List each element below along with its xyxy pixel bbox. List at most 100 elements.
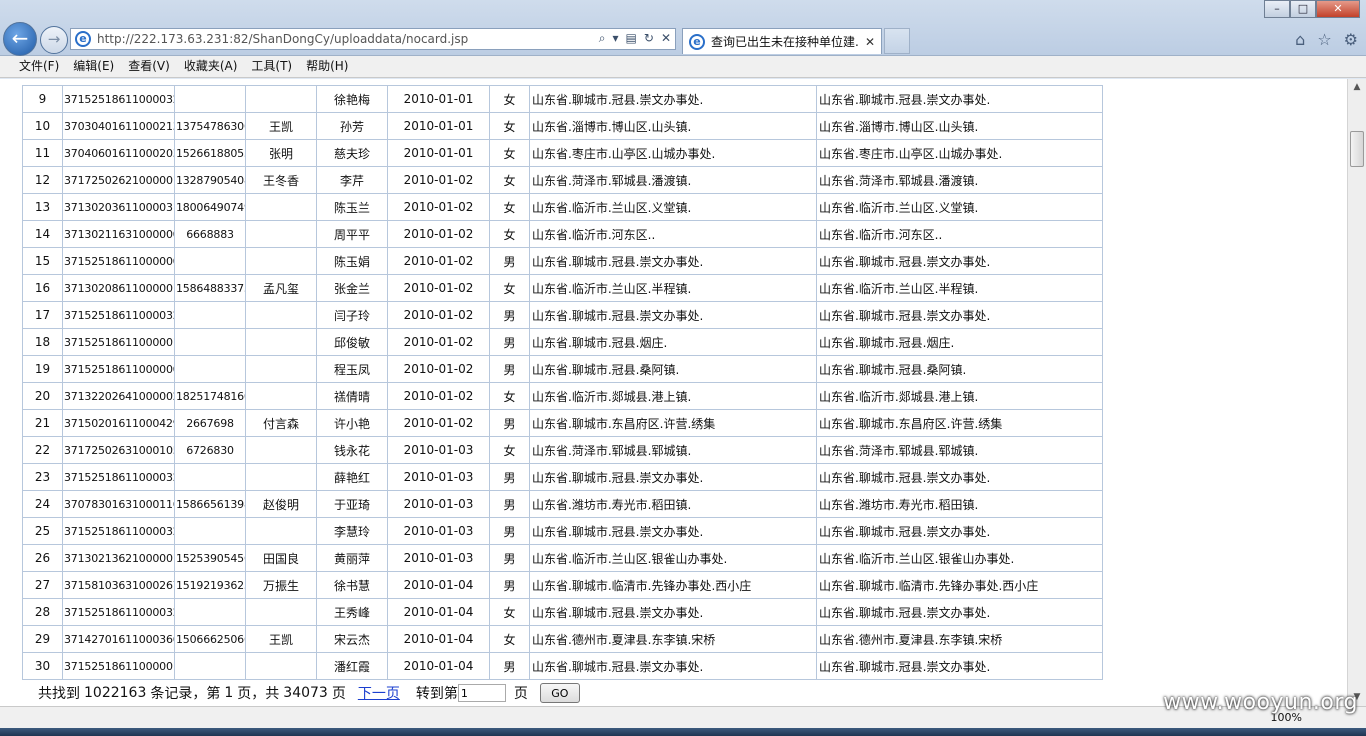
menu-tools[interactable]: 工具(T) (244, 56, 299, 77)
next-page-link[interactable]: 下一页 (358, 683, 400, 703)
cell-address-household: 山东省.聊城市.冠县.烟庄. (529, 328, 817, 356)
stop-icon[interactable]: ✕ (661, 31, 671, 46)
url-text[interactable]: http://222.173.63.231:82/ShanDongCy/uplo… (97, 32, 468, 46)
back-button[interactable]: ← (3, 22, 37, 56)
cell-address-current: 山东省.菏泽市.郓城县.郓城镇. (816, 436, 1103, 464)
tab-close-icon[interactable]: ✕ (865, 35, 875, 49)
cell-row-number: 25 (22, 517, 63, 545)
dropdown-icon[interactable]: ▾ (613, 31, 619, 46)
cell-sex: 男 (489, 301, 530, 329)
cell-address-household: 山东省.临沂市.兰山区.银雀山办事处. (529, 544, 817, 572)
cell-phone: 15866561398 (174, 490, 246, 518)
table-row: 9 371525186110000323 徐艳梅 2010-01-01 女山东省.聊城市… (22, 85, 1103, 113)
compat-view-icon[interactable]: ▤ (626, 31, 637, 46)
cell-address-household: 山东省.聊城市.临清市.先锋办事处.西小庄 (529, 571, 817, 599)
cell-record-id: 371725026310001051 (62, 436, 175, 464)
cell-child-name: 潘红霞 (316, 652, 388, 680)
table-row: 19 371525186110000008 程玉凤 2010-01-02 男山东省.聊城… (22, 355, 1103, 383)
cell-address-household: 山东省.德州市.夏津县.东李镇.宋桥 (529, 625, 817, 653)
close-window-button[interactable]: ✕ (1316, 0, 1360, 18)
cell-child-name: 李芹 (316, 166, 388, 194)
cell-birth-date: 2010-01-02 (387, 301, 490, 329)
vertical-scrollbar[interactable]: ▲ ▼ (1347, 79, 1366, 706)
cell-phone (174, 598, 246, 626)
cell-address-household: 山东省.临沂市.河东区.. (529, 220, 817, 248)
menu-bar: 文件(F) 编辑(E) 查看(V) 收藏夹(A) 工具(T) 帮助(H) (0, 56, 1366, 78)
cell-sex: 男 (489, 247, 530, 275)
page-number-input[interactable] (457, 684, 506, 702)
pager-total-pages: 34073 (283, 685, 328, 701)
cell-row-number: 12 (22, 166, 63, 194)
menu-view[interactable]: 查看(V) (121, 56, 177, 77)
cell-guardian-name: 万振生 (245, 571, 317, 599)
cell-guardian-name (245, 85, 317, 113)
scroll-up-arrow-icon[interactable]: ▲ (1348, 79, 1366, 96)
cell-guardian-name: 王冬香 (245, 166, 317, 194)
cell-sex: 女 (489, 139, 530, 167)
cell-row-number: 16 (22, 274, 63, 302)
cell-row-number: 26 (22, 544, 63, 572)
forward-button[interactable]: → (40, 26, 68, 54)
cell-sex: 女 (489, 274, 530, 302)
star-icon[interactable]: ☆ (1317, 30, 1331, 49)
table-row: 12 371725026210000010 13287905408 王冬香 李芹 2010… (22, 166, 1103, 194)
cell-child-name: 钱永花 (316, 436, 388, 464)
address-bar[interactable]: e http://222.173.63.231:82/ShanDongCy/up… (70, 28, 676, 50)
refresh-icon[interactable]: ↻ (644, 31, 654, 46)
cell-birth-date: 2010-01-04 (387, 652, 490, 680)
cell-guardian-name (245, 301, 317, 329)
cell-record-id: 371302086110000010 (62, 274, 175, 302)
cell-birth-date: 2010-01-04 (387, 625, 490, 653)
table-row: 11 370406016110002039 15266188055 张明 慈夫珍 2010… (22, 139, 1103, 167)
cell-child-name: 禚倩晴 (316, 382, 388, 410)
cell-address-current: 山东省.德州市.夏津县.东李镇.宋桥 (816, 625, 1103, 653)
cell-phone (174, 517, 246, 545)
cell-child-name: 徐艳梅 (316, 85, 388, 113)
cell-address-household: 山东省.临沂市.郯城县.港上镇. (529, 382, 817, 410)
tab-page-icon: e (689, 33, 705, 50)
cell-address-current: 山东省.临沂市.河东区.. (816, 220, 1103, 248)
cell-child-name: 程玉凤 (316, 355, 388, 383)
search-icon[interactable]: ⌕ (599, 31, 606, 46)
cell-birth-date: 2010-01-03 (387, 463, 490, 491)
cell-phone (174, 301, 246, 329)
minimize-button[interactable]: – (1264, 0, 1290, 18)
cell-row-number: 27 (22, 571, 63, 599)
cell-address-current: 山东省.聊城市.冠县.桑阿镇. (816, 355, 1103, 383)
gear-icon[interactable]: ⚙ (1344, 30, 1358, 49)
cell-birth-date: 2010-01-02 (387, 355, 490, 383)
cell-birth-date: 2010-01-02 (387, 409, 490, 437)
tab-active[interactable]: e 查询已出生未在接种单位建... ✕ (682, 28, 882, 54)
new-tab-button[interactable] (884, 28, 910, 54)
table-row: 21 371502016110004297 2667698 付言森 许小艳 2010-01… (22, 409, 1103, 437)
menu-help[interactable]: 帮助(H) (299, 56, 355, 77)
menu-edit[interactable]: 编辑(E) (66, 56, 121, 77)
pager-pages-suffix: 页 (331, 686, 346, 702)
cell-guardian-name (245, 382, 317, 410)
cell-phone (174, 652, 246, 680)
scrollbar-thumb[interactable] (1350, 131, 1364, 167)
table-row: 17 371525186110000325 闫子玲 2010-01-02 男山东省.聊城… (22, 301, 1103, 329)
cell-record-id: 371525186110000325 (62, 301, 175, 329)
browser-right-icons: ⌂ ☆ ⚙ (1295, 30, 1358, 49)
go-button[interactable]: GO (539, 683, 580, 703)
table-row: 30 371525186110000011 潘红霞 2010-01-04 男山东省.聊城… (22, 652, 1103, 680)
menu-file[interactable]: 文件(F) (12, 56, 66, 77)
table-row: 20 371322026410000020 18251748160 禚倩晴 2010-0… (22, 382, 1103, 410)
cell-address-current: 山东省.聊城市.临清市.先锋办事处.西小庄 (816, 571, 1103, 599)
cell-guardian-name: 王凯 (245, 625, 317, 653)
cell-phone (174, 247, 246, 275)
cell-row-number: 17 (22, 301, 63, 329)
maximize-button[interactable]: □ (1290, 0, 1316, 18)
cell-child-name: 慈夫珍 (316, 139, 388, 167)
home-icon[interactable]: ⌂ (1295, 30, 1305, 49)
cell-child-name: 王秀峰 (316, 598, 388, 626)
cell-row-number: 23 (22, 463, 63, 491)
cell-phone: 6668883 (174, 220, 246, 248)
records-body: 9 371525186110000323 徐艳梅 2010-01-01 女山东省.聊城市… (22, 85, 1103, 680)
taskbar (0, 728, 1366, 736)
menu-favorites[interactable]: 收藏夹(A) (177, 56, 245, 77)
cell-address-current: 山东省.枣庄市.山亭区.山城办事处. (816, 139, 1103, 167)
cell-sex: 女 (489, 382, 530, 410)
cell-record-id: 371525186110000010 (62, 328, 175, 356)
